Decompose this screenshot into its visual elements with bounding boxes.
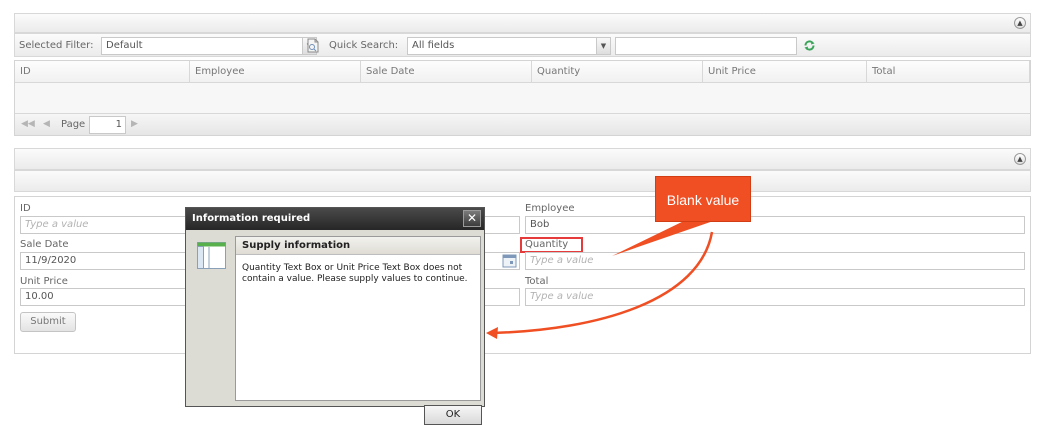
information-required-dialog: Information required ✕ Supply informatio… [185, 207, 485, 407]
ok-button[interactable]: OK [424, 405, 482, 425]
close-icon[interactable]: ✕ [463, 210, 481, 227]
dialog-content: Supply information Quantity Text Box or … [235, 236, 481, 401]
dialog-message: Quantity Text Box or Unit Price Text Box… [242, 263, 468, 284]
info-window-icon [197, 242, 226, 269]
callout-arrows [486, 218, 722, 339]
dialog-heading: Supply information [236, 237, 480, 255]
dialog-title: Information required [186, 208, 484, 230]
blank-value-callout: Blank value [655, 176, 751, 222]
